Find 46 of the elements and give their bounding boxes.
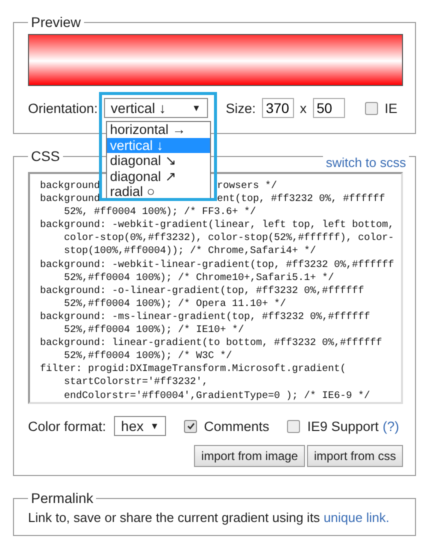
unique-link[interactable]: unique link. [324, 510, 390, 525]
code-line: background: -ms-linear-gradient(top, #ff3232 0%,#ffffff [40, 310, 370, 324]
code-line: background: -o-linear-gradient(top, #ff3232 0%,#ffffff [40, 284, 364, 298]
size-label: Size: [226, 100, 256, 116]
ie9-support-label: IE9 Support [307, 418, 379, 434]
comments-label: Comments [204, 418, 270, 434]
code-line: 52%,#ff0004 100%); /* Chrome10+,Safari5.1+ */ [64, 272, 334, 284]
help-link[interactable]: (?) [382, 418, 400, 434]
code-line: startColorstr='#ff3232', [64, 377, 208, 388]
size-separator: x [300, 100, 307, 116]
orientation-select[interactable]: vertical ↓ ▼ [104, 98, 208, 118]
css-code-area[interactable] [28, 172, 403, 404]
import-button[interactable]: import from image [194, 445, 305, 467]
code-line: 52%,#ff0004 100%); /* IE10+ */ [64, 325, 244, 336]
checkmark-icon [186, 422, 195, 430]
code-line: 52%, #ff0004 100%); /* FF3.6+ */ [64, 207, 256, 218]
code-line: background: -webkit-gradient(linear, left top, left bottom, [40, 219, 394, 232]
orientation-label: Orientation: [28, 100, 98, 116]
code-line: ent(top, #ff3232 0%, #ffffff [217, 193, 386, 206]
code-line: endColorstr='#ff0004',GradientType=0 ); /* IE6-9 */ [64, 390, 370, 402]
code-line: 52%,#ff0004 100%); /* Opera 11.10+ */ [64, 298, 286, 310]
code-line: background: -webkit-linear-gradient(top, #ff3232 0%,#ffffff [40, 258, 394, 272]
ie-label: IE [384, 100, 398, 116]
code-line: background: linear-gradient(to bottom, #ff3232 0%,#ffffff [40, 337, 382, 350]
comments-checkbox[interactable] [184, 420, 198, 432]
permalink-text: Link to, save or share the current gradient using its unique link. [28, 510, 390, 525]
ie9-checkbox[interactable] [287, 420, 300, 432]
code-line: filter: progid:DXImageTransform.Microsoft.gradient( [40, 363, 346, 376]
ie-checkbox[interactable] [364, 102, 378, 114]
preview-legend: Preview [28, 14, 84, 30]
height-input[interactable]: 50 [312, 98, 345, 118]
code-line: background [40, 180, 100, 194]
color-format-label: Color format: [28, 418, 106, 434]
caret-icon: ▼ [192, 103, 201, 113]
width-input[interactable]: 370 [262, 98, 294, 118]
permalink-legend: Permalink [28, 490, 96, 506]
color-format-select[interactable]: hex ▼ [114, 416, 166, 436]
import-button[interactable]: import from css [306, 445, 403, 467]
caret-icon: ▼ [150, 421, 160, 431]
switch-to-scss-link[interactable]: switch to scss [322, 155, 409, 170]
code-line: background [40, 193, 100, 206]
css-legend: CSS [28, 148, 63, 164]
code-line: 52%,#ff0004 100%); /* W3C */ [64, 351, 232, 362]
code-line: stop(100%,#ff0004)); /* Chrome,Safari4+ */ [64, 246, 316, 258]
code-line: rowsers */ [217, 180, 278, 194]
code-line: color-stop(0%,#ff3232), color-stop(52%,#ffffff), color- [64, 233, 394, 244]
